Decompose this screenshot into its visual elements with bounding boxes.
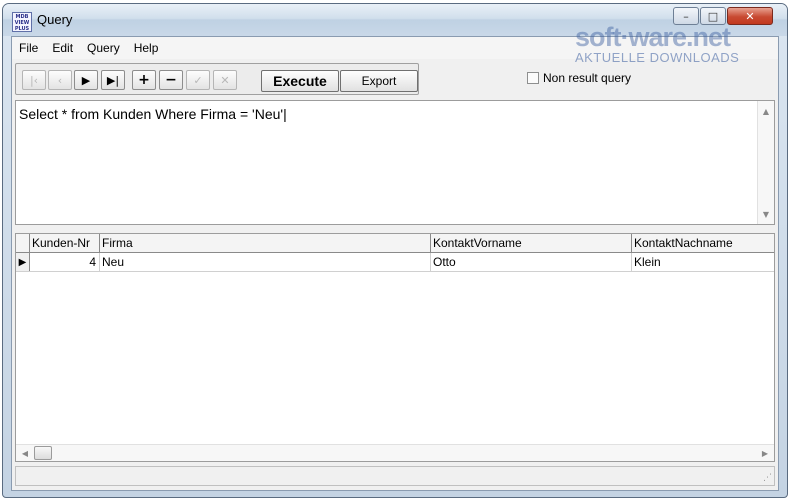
current-row-indicator-icon: ▶ [16, 253, 30, 271]
close-button[interactable]: ✕ [727, 7, 773, 25]
column-header-kontaktvorname[interactable]: KontaktVorname [431, 234, 632, 252]
grid-header: Kunden-Nr Firma KontaktVorname KontaktNa… [16, 234, 774, 253]
cancel-edit-button[interactable]: ✕ [213, 70, 237, 90]
cell-kunden-nr[interactable]: 4 [30, 253, 100, 271]
scroll-down-icon[interactable]: ▼ [758, 206, 774, 222]
query-window: MDB VIEW PLUS Query – □ ✕ File Edit Quer… [2, 3, 788, 498]
prior-record-button[interactable]: ‹ [48, 70, 72, 90]
sql-editor[interactable]: Select * from Kunden Where Firma = 'Neu'… [15, 100, 775, 225]
insert-record-button[interactable]: + [132, 70, 156, 90]
resize-grip-icon[interactable]: ⋰ [763, 473, 772, 483]
cell-firma[interactable]: Neu [100, 253, 431, 271]
scroll-up-icon[interactable]: ▲ [758, 103, 774, 119]
horizontal-scroll-thumb[interactable] [34, 446, 52, 460]
results-grid[interactable]: Kunden-Nr Firma KontaktVorname KontaktNa… [15, 233, 775, 462]
minimize-button[interactable]: – [673, 7, 699, 25]
status-bar: ⋰ [15, 466, 775, 486]
sql-vertical-scrollbar[interactable]: ▲ ▼ [757, 101, 774, 224]
first-record-button[interactable]: |‹ [22, 70, 46, 90]
title-bar[interactable]: MDB VIEW PLUS Query – □ ✕ [3, 4, 787, 36]
client-area: File Edit Query Help |‹ ‹ ▶ ▶| + − ✓ ✕ E… [11, 36, 779, 491]
next-record-button[interactable]: ▶ [74, 70, 98, 90]
scroll-left-icon[interactable]: ◀ [17, 445, 33, 461]
menu-file[interactable]: File [12, 41, 45, 55]
delete-record-button[interactable]: − [159, 70, 183, 90]
row-indicator-header [16, 234, 30, 252]
non-result-query-label: Non result query [543, 71, 632, 85]
grid-horizontal-scrollbar[interactable]: ◀ ▶ [16, 444, 774, 461]
menu-edit[interactable]: Edit [45, 41, 80, 55]
column-header-firma[interactable]: Firma [100, 234, 431, 252]
column-header-kontaktnachname[interactable]: KontaktNachname [632, 234, 774, 252]
window-title: Query [37, 12, 73, 27]
export-button[interactable]: Export [340, 70, 418, 92]
scroll-right-icon[interactable]: ▶ [757, 445, 773, 461]
app-icon: MDB VIEW PLUS [12, 12, 32, 32]
menu-help[interactable]: Help [127, 41, 166, 55]
non-result-query-checkbox[interactable] [527, 72, 539, 84]
cell-kontaktvorname[interactable]: Otto [431, 253, 632, 271]
navigator-toolbar: |‹ ‹ ▶ ▶| + − ✓ ✕ Execute Export [15, 63, 419, 95]
last-record-button[interactable]: ▶| [101, 70, 125, 90]
maximize-button[interactable]: □ [700, 7, 726, 25]
sql-text[interactable]: Select * from Kunden Where Firma = 'Neu'… [19, 106, 287, 122]
column-header-kunden-nr[interactable]: Kunden-Nr [30, 234, 100, 252]
cell-kontaktnachname[interactable]: Klein [632, 253, 774, 271]
menu-query[interactable]: Query [80, 41, 127, 55]
table-row[interactable]: ▶ 4 Neu Otto Klein [16, 253, 774, 272]
execute-button[interactable]: Execute [261, 70, 339, 92]
menu-bar: File Edit Query Help [12, 37, 778, 59]
non-result-query-option[interactable]: Non result query [527, 71, 631, 85]
post-edit-button[interactable]: ✓ [186, 70, 210, 90]
